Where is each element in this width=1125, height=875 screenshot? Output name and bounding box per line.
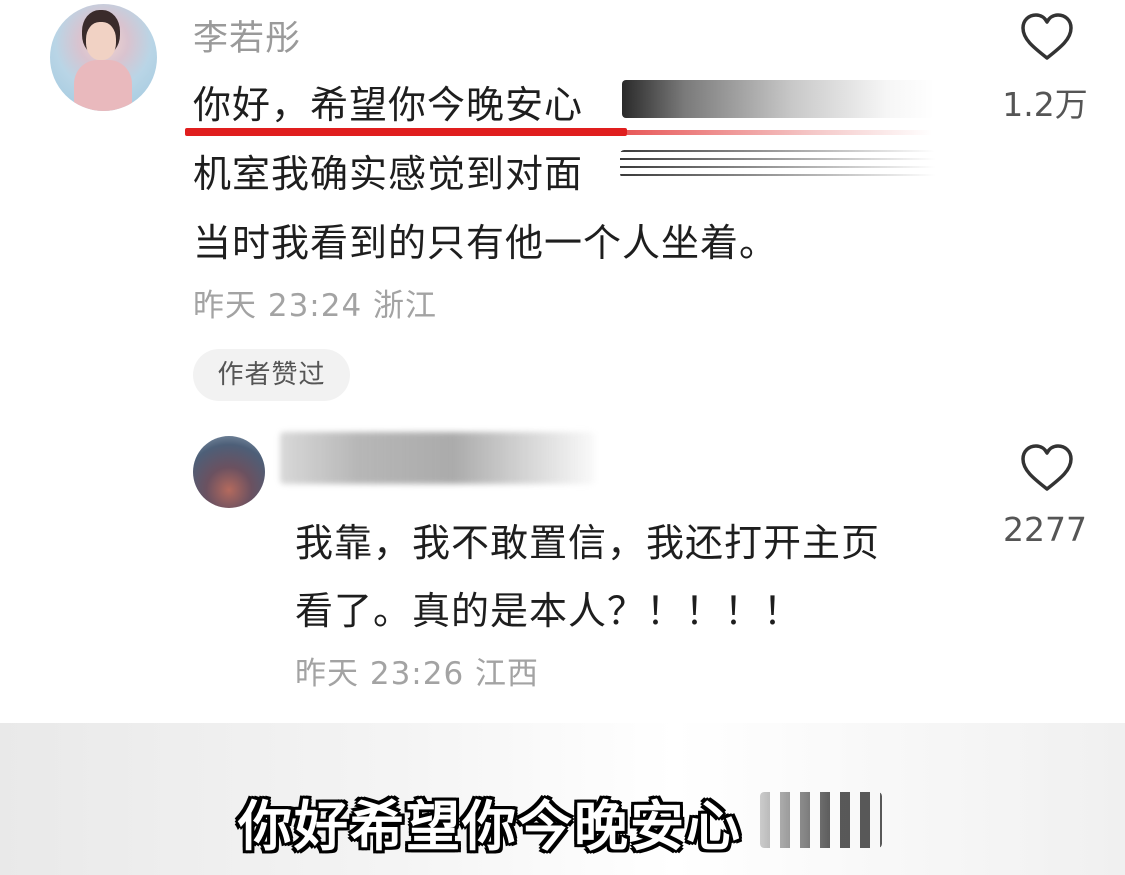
comment-timestamp-location: 昨天 23:24 浙江 xyxy=(193,288,438,324)
reply-line-1: 我靠，我不敢置信，我还打开主页 xyxy=(295,521,881,565)
commenter-avatar[interactable] xyxy=(50,4,157,111)
author-liked-badge: 作者赞过 xyxy=(193,349,350,401)
redacted-text xyxy=(622,80,934,118)
redacted-subtitle xyxy=(760,792,882,848)
like-count: 1.2万 xyxy=(1002,85,1088,124)
avatar-face xyxy=(86,22,116,60)
highlight-underline xyxy=(185,128,627,136)
reply-avatar[interactable] xyxy=(193,436,265,508)
redacted-username xyxy=(280,432,595,484)
avatar-body xyxy=(74,60,132,111)
highlight-underline-fade xyxy=(627,130,932,135)
comment-line-1: 你好，希望你今晚安心 xyxy=(193,83,584,127)
heart-outline-icon[interactable] xyxy=(1019,443,1075,493)
reply-line-2: 看了。真的是本人？！！！！ xyxy=(295,589,803,633)
reply-like-count: 2277 xyxy=(1003,510,1087,549)
reply-timestamp-location: 昨天 23:26 江西 xyxy=(295,656,540,692)
commenter-username[interactable]: 李若彤 xyxy=(193,10,301,61)
video-subtitle: 你好希望你今晚安心 xyxy=(238,795,742,858)
comment-line-3: 当时我看到的只有他一个人坐着。 xyxy=(193,221,779,265)
redacted-text xyxy=(620,150,935,178)
heart-outline-icon[interactable] xyxy=(1019,12,1075,62)
comment-line-2: 机室我确实感觉到对面 xyxy=(193,152,584,196)
